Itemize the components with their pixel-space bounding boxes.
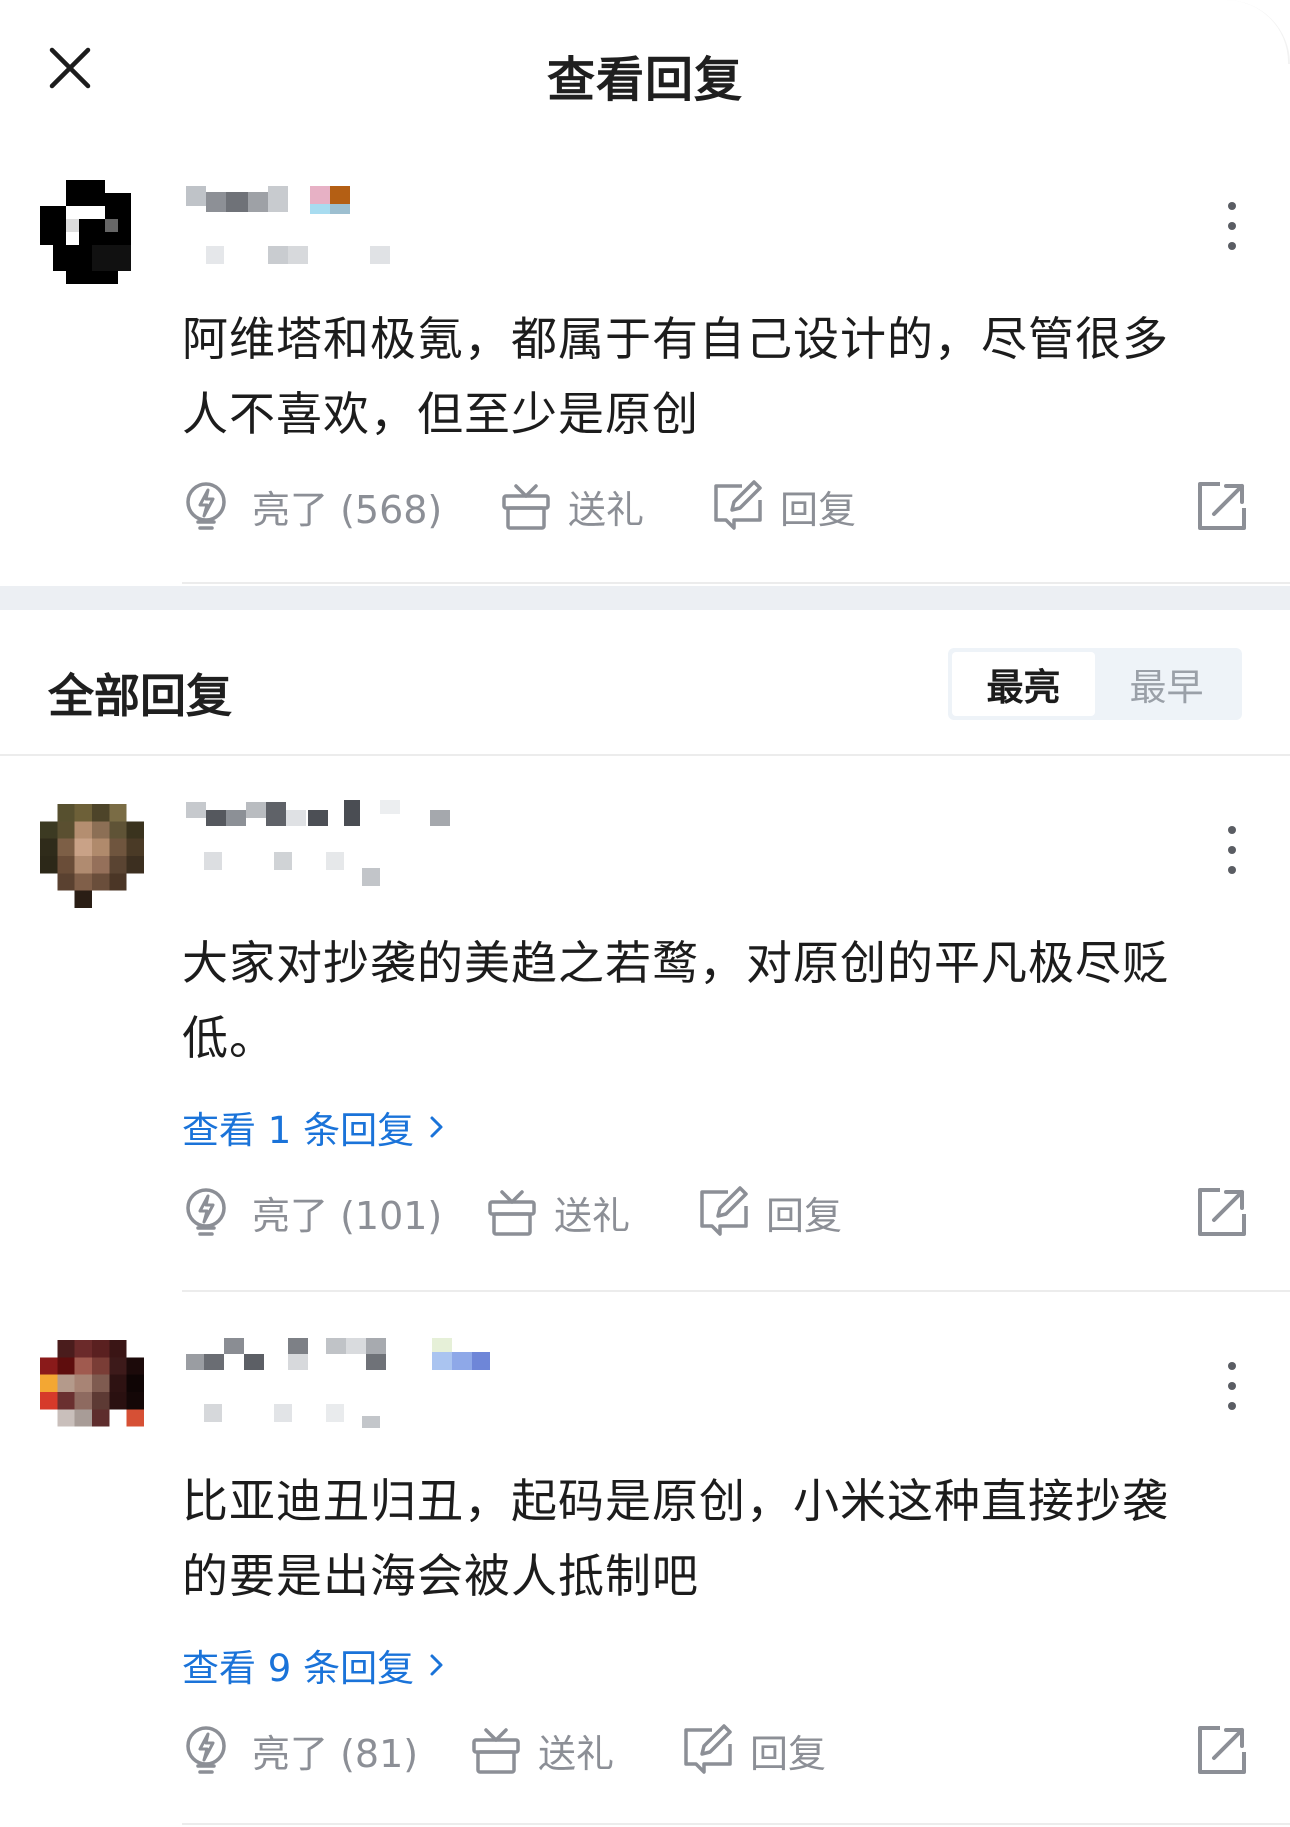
reply-label: 回复 bbox=[780, 487, 857, 532]
more-vertical-icon bbox=[1228, 202, 1236, 250]
more-button[interactable] bbox=[1212, 196, 1252, 256]
gift-button[interactable]: 送礼 bbox=[484, 1184, 630, 1240]
view-replies-label: 查看 1 条回复 bbox=[182, 1109, 415, 1152]
sort-tab-early[interactable]: 最早 bbox=[1095, 652, 1238, 716]
share-icon bbox=[1198, 1726, 1246, 1774]
chevron-right-icon bbox=[430, 1654, 443, 1676]
divider bbox=[182, 1823, 1290, 1825]
username-blurred[interactable] bbox=[184, 184, 544, 284]
lightbulb-icon bbox=[186, 482, 226, 530]
avatar-image bbox=[40, 1340, 144, 1444]
lightbulb-icon bbox=[186, 1726, 226, 1774]
chevron-right-icon bbox=[430, 1116, 443, 1138]
more-button[interactable] bbox=[1212, 1356, 1252, 1416]
view-replies-link[interactable]: 查看 9 条回复 bbox=[182, 1638, 450, 1692]
avatar[interactable] bbox=[40, 180, 144, 284]
reply-button[interactable]: 回复 bbox=[680, 1722, 826, 1778]
sort-toggle: 最亮 最早 bbox=[948, 648, 1242, 720]
action-bar: 亮了 (568) 送礼 回复 bbox=[182, 478, 1250, 542]
gift-label: 送礼 bbox=[538, 1731, 615, 1776]
reply-button[interactable]: 回复 bbox=[696, 1184, 842, 1240]
share-button[interactable] bbox=[1194, 1184, 1250, 1240]
like-count: 亮了 (81) bbox=[252, 1731, 419, 1776]
like-count: 亮了 (568) bbox=[252, 487, 443, 532]
action-bar: 亮了 (81) 送礼 回复 bbox=[182, 1722, 1250, 1786]
divider bbox=[182, 582, 1290, 584]
share-button[interactable] bbox=[1194, 478, 1250, 534]
gift-icon bbox=[488, 1190, 536, 1236]
comment-text: 大家对抄袭的美趋之若鹜，对原创的平凡极尽贬低。 bbox=[182, 936, 1169, 1065]
share-button[interactable] bbox=[1194, 1722, 1250, 1778]
gift-label: 送礼 bbox=[554, 1193, 631, 1238]
share-icon bbox=[1198, 482, 1246, 530]
reply-label: 回复 bbox=[766, 1193, 843, 1238]
like-button[interactable]: 亮了 (81) bbox=[182, 1722, 418, 1778]
gift-button[interactable]: 送礼 bbox=[498, 478, 644, 534]
like-button[interactable]: 亮了 (101) bbox=[182, 1184, 442, 1240]
reply-edit-icon bbox=[684, 1724, 732, 1774]
username-blurred[interactable] bbox=[184, 1334, 544, 1434]
gift-button[interactable]: 送礼 bbox=[468, 1722, 614, 1778]
more-vertical-icon bbox=[1228, 826, 1236, 874]
avatar-image bbox=[40, 180, 144, 284]
username-blurred[interactable] bbox=[184, 798, 544, 898]
gift-icon bbox=[472, 1728, 520, 1774]
gift-icon bbox=[502, 484, 550, 530]
comment-text: 比亚迪丑归丑，起码是原创，小米这种直接抄袭的要是出海会被人抵制吧 bbox=[182, 1474, 1169, 1603]
avatar-image bbox=[40, 804, 144, 908]
more-button[interactable] bbox=[1212, 820, 1252, 880]
page-title: 查看回复 bbox=[546, 52, 743, 108]
all-replies-title: 全部回复 bbox=[48, 669, 232, 723]
username-mosaic bbox=[186, 186, 390, 264]
avatar[interactable] bbox=[40, 804, 144, 908]
gift-label: 送礼 bbox=[568, 487, 645, 532]
comment-text: 阿维塔和极氪，都属于有自己设计的，尽管很多人不喜欢，但至少是原创 bbox=[182, 312, 1169, 441]
sort-tab-hot[interactable]: 最亮 bbox=[952, 652, 1095, 716]
reply-edit-icon bbox=[714, 480, 762, 530]
section-gap bbox=[0, 586, 1290, 610]
more-vertical-icon bbox=[1228, 1362, 1236, 1410]
share-icon bbox=[1198, 1188, 1246, 1236]
reply-label: 回复 bbox=[750, 1731, 827, 1776]
view-replies-link[interactable]: 查看 1 条回复 bbox=[182, 1100, 450, 1154]
like-count: 亮了 (101) bbox=[252, 1193, 443, 1238]
divider bbox=[182, 1290, 1290, 1292]
reply-edit-icon bbox=[700, 1186, 748, 1236]
avatar[interactable] bbox=[40, 1340, 144, 1444]
action-bar: 亮了 (101) 送礼 回复 bbox=[182, 1184, 1250, 1248]
lightbulb-icon bbox=[186, 1188, 226, 1236]
like-button[interactable]: 亮了 (568) bbox=[182, 478, 442, 534]
header: 查看回复 bbox=[0, 0, 1290, 138]
header-divider bbox=[0, 754, 1290, 756]
username-mosaic bbox=[186, 1338, 490, 1428]
reply-button[interactable]: 回复 bbox=[710, 478, 856, 534]
username-mosaic bbox=[186, 800, 450, 886]
view-replies-label: 查看 9 条回复 bbox=[182, 1647, 415, 1690]
